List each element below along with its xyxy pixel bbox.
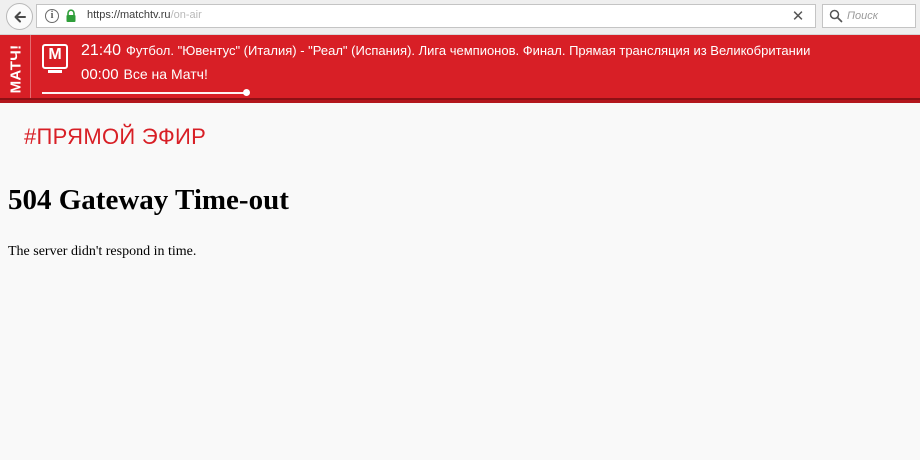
info-icon[interactable]: i — [45, 9, 59, 23]
broadcast-progress-knob — [243, 89, 250, 96]
vertical-logo-text: МАТЧ! — [7, 44, 25, 94]
search-icon[interactable] — [829, 9, 843, 23]
address-bar[interactable]: i https://matchtv.ru/on-air ✕ — [36, 4, 816, 28]
error-message: The server didn't respond in time. — [8, 244, 197, 259]
channel-logo-letter: М — [48, 46, 62, 63]
banner-divider — [0, 100, 920, 103]
ticker-item-next[interactable]: 00:00 Все на Матч! — [81, 66, 208, 84]
ticker-time: 21:40 — [81, 42, 122, 59]
url-text[interactable]: https://matchtv.ru/on-air — [87, 9, 202, 21]
ticker-title: Футбол. "Ювентус" (Италия) - "Реал" (Исп… — [126, 43, 811, 58]
channel-logo-base — [48, 70, 62, 73]
lock-icon[interactable] — [65, 9, 77, 23]
clear-icon[interactable]: ✕ — [789, 7, 807, 25]
url-host: https://matchtv.ru — [87, 9, 171, 21]
search-bar[interactable] — [822, 4, 916, 28]
error-title: 504 Gateway Time-out — [8, 184, 289, 216]
live-broadcast-heading[interactable]: #ПРЯМОЙ ЭФИР — [24, 124, 206, 150]
search-input[interactable] — [847, 7, 909, 25]
broadcast-banner: МАТЧ! М 21:40 Футбол. "Ювентус" (Италия) … — [0, 35, 920, 100]
ticker-time: 00:00 — [81, 66, 119, 83]
url-path: /on-air — [170, 9, 202, 21]
channel-logo-icon[interactable]: М — [42, 44, 68, 73]
ticker-item-current[interactable]: 21:40 Футбол. "Ювентус" (Италия) - "Реал"… — [81, 42, 810, 60]
broadcast-progress-bar — [42, 92, 246, 94]
back-button[interactable] — [6, 3, 33, 30]
back-arrow-icon — [14, 11, 26, 22]
browser-toolbar: i https://matchtv.ru/on-air ✕ — [0, 0, 920, 35]
ticker-title: Все на Матч! — [123, 66, 208, 82]
vertical-brand-logo[interactable]: МАТЧ! — [0, 35, 31, 100]
